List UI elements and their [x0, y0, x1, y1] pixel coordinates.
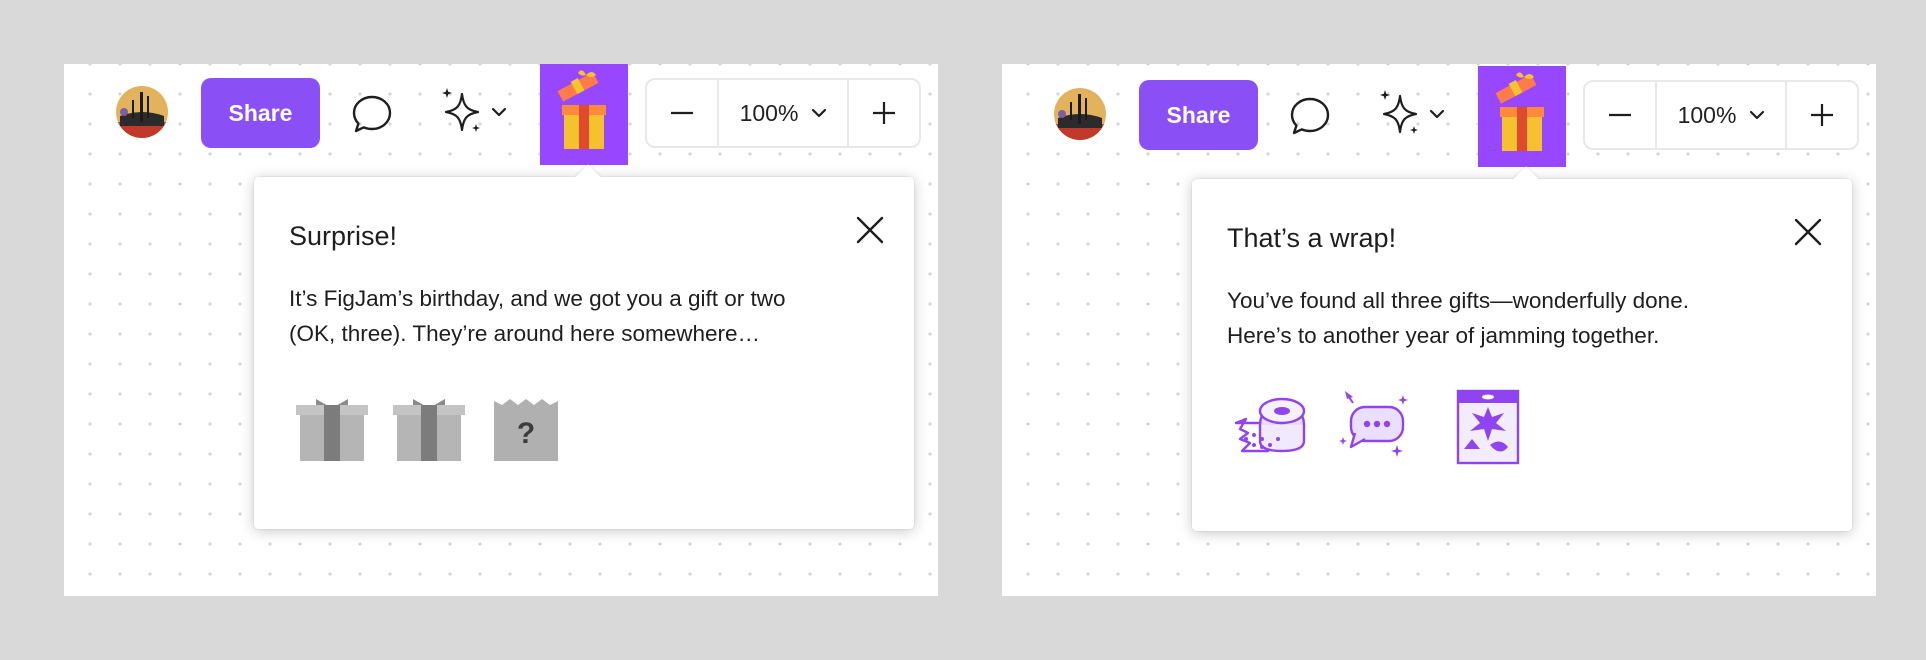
- chevron-down-icon: [491, 107, 507, 117]
- chat-bubble-sparkle-icon: [1339, 389, 1415, 465]
- birthday-gift-button[interactable]: [1478, 66, 1566, 167]
- sticker-pack-icon: [1454, 389, 1530, 465]
- zoom-level-value: 100%: [1677, 101, 1737, 128]
- popover-title: Surprise!: [289, 221, 398, 251]
- plus-icon: [1811, 104, 1833, 126]
- plus-icon: [873, 102, 895, 124]
- birthday-popover: Surprise! It’s FigJam’s birthday, and we…: [254, 164, 914, 529]
- popover-body-line: It’s FigJam’s birthday, and we got you a…: [289, 286, 786, 311]
- open-gift-icon: [1495, 71, 1544, 151]
- popover-body-line: Here’s to another year of jamming togeth…: [1227, 323, 1660, 348]
- zoom-level-dropdown[interactable]: 100%: [719, 80, 847, 146]
- avatar[interactable]: [116, 86, 168, 138]
- gift-box-icon: [391, 387, 467, 463]
- toolbar: Share 100%: [1002, 66, 1876, 168]
- zoom-level-value: 100%: [739, 99, 799, 126]
- chevron-down-icon: [812, 108, 827, 118]
- comment-icon[interactable]: [1286, 92, 1334, 140]
- chevron-down-icon: [1429, 109, 1445, 119]
- popover-body: You’ve found all three gifts—wonderfully…: [1227, 283, 1827, 353]
- figjam-canvas-panel-left: Share 100% Surprise! It’s FigJam’s birth…: [64, 64, 938, 596]
- ai-sparkle-menu-button[interactable]: [440, 86, 520, 138]
- popover-body-line: You’ve found all three gifts—wonderfully…: [1227, 288, 1689, 313]
- sparkle-icon: [442, 88, 480, 132]
- birthday-popover: That’s a wrap! You’ve found all three gi…: [1192, 166, 1852, 531]
- mystery-gift-icon: ?: [488, 387, 564, 463]
- zoom-level-dropdown[interactable]: 100%: [1657, 82, 1785, 148]
- svg-text:?: ?: [517, 417, 535, 450]
- zoom-in-button[interactable]: [847, 80, 919, 146]
- open-gift-icon: [557, 69, 606, 149]
- birthday-gift-button[interactable]: [540, 64, 628, 165]
- zoom-in-button[interactable]: [1785, 82, 1857, 148]
- popover-body-line: (OK, three). They’re around here somewhe…: [289, 321, 761, 346]
- close-icon[interactable]: [1793, 217, 1823, 247]
- minus-icon: [671, 111, 693, 115]
- close-icon[interactable]: [855, 215, 885, 245]
- sparkle-icon: [1380, 90, 1418, 134]
- figjam-canvas-panel-right: Share 100% That’s a wrap! You’ve found a…: [1002, 64, 1876, 596]
- popover-pointer: [1513, 166, 1539, 192]
- toolbar: Share 100%: [64, 64, 938, 166]
- popover-body: It’s FigJam’s birthday, and we got you a…: [289, 281, 889, 351]
- zoom-controls: 100%: [1583, 80, 1859, 150]
- zoom-out-button[interactable]: [647, 80, 719, 146]
- minus-icon: [1609, 113, 1631, 117]
- share-button[interactable]: Share: [201, 78, 320, 148]
- share-button[interactable]: Share: [1139, 80, 1258, 150]
- comment-icon[interactable]: [348, 90, 396, 138]
- popover-pointer: [575, 164, 601, 190]
- zoom-controls: 100%: [645, 78, 921, 148]
- avatar[interactable]: [1054, 88, 1106, 140]
- gift-box-icon: [294, 387, 370, 463]
- zoom-out-button[interactable]: [1585, 82, 1657, 148]
- chevron-down-icon: [1750, 110, 1765, 120]
- popover-title: That’s a wrap!: [1227, 223, 1397, 253]
- washi-tape-icon: [1232, 389, 1308, 465]
- ai-sparkle-menu-button[interactable]: [1378, 88, 1458, 140]
